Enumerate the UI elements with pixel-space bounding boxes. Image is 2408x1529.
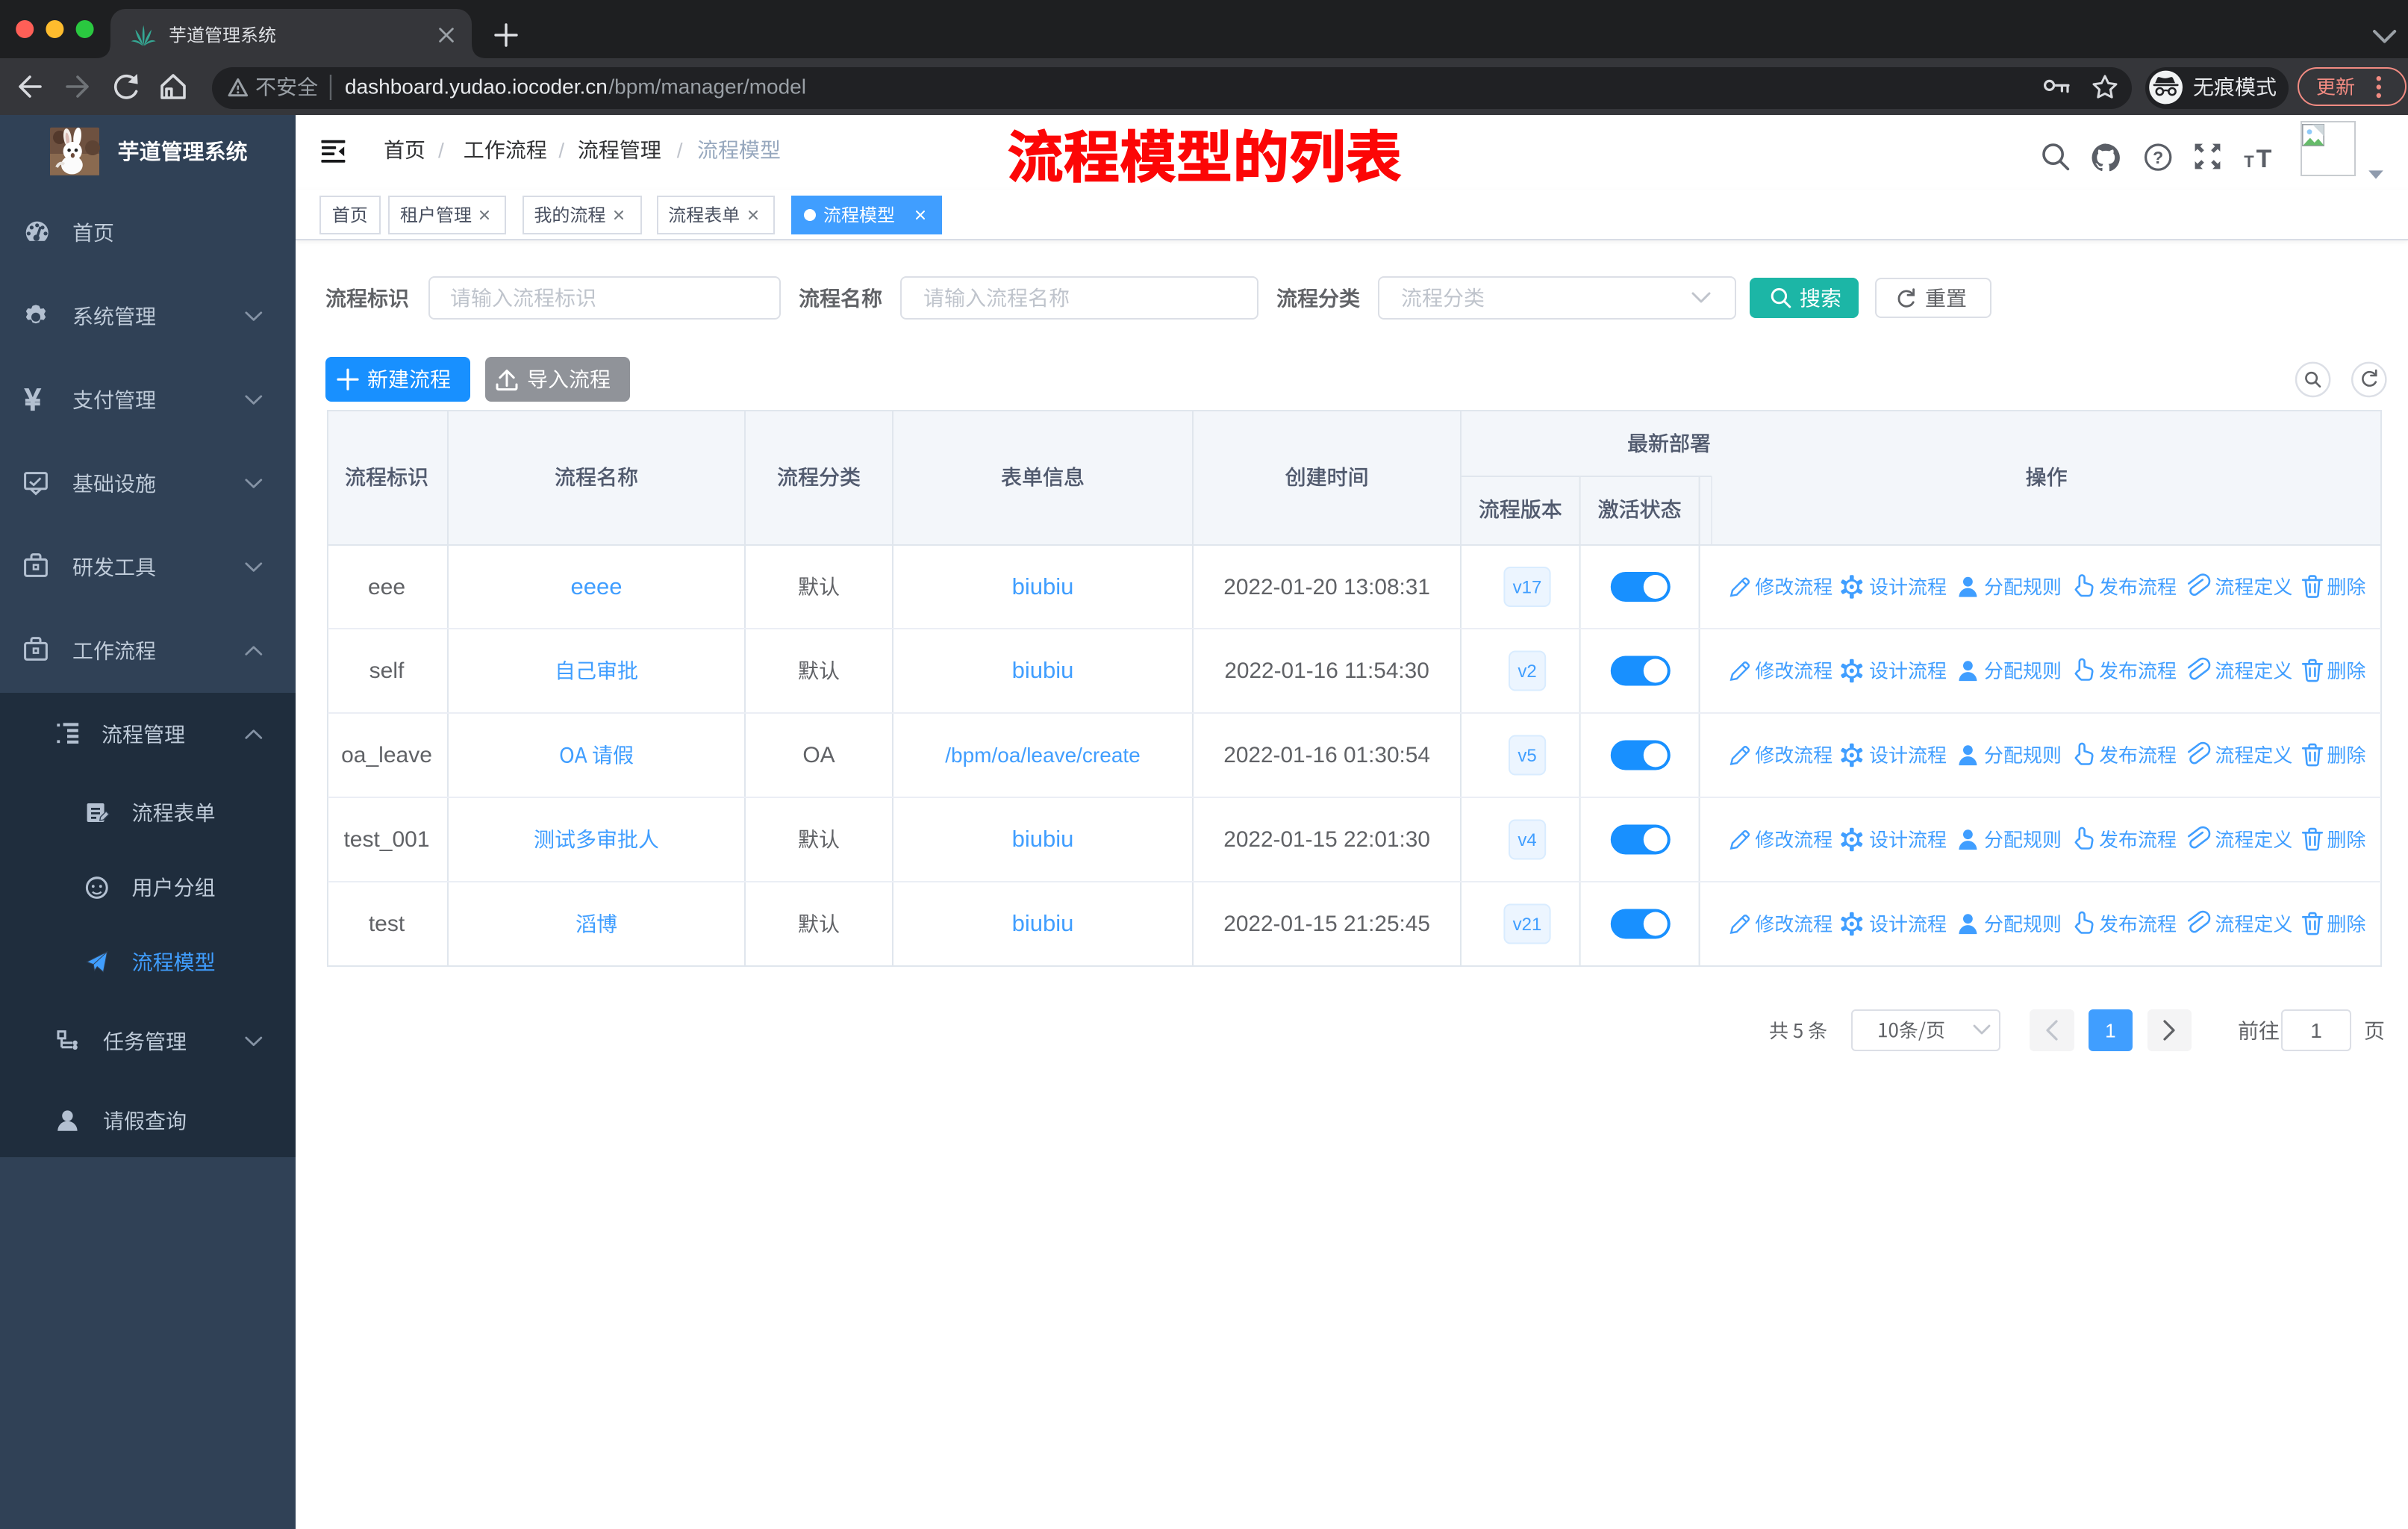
svg-text:/: / [438, 139, 444, 162]
svg-text:biubiu: biubiu [1012, 826, 1074, 852]
svg-text:/: / [558, 139, 564, 162]
svg-text:v4: v4 [1518, 830, 1536, 850]
svg-text:biubiu: biubiu [1012, 573, 1074, 600]
svg-text:2022-01-15 21:25:45: 2022-01-15 21:25:45 [1223, 912, 1430, 936]
svg-text:test_001: test_001 [343, 827, 429, 852]
svg-text:/: / [677, 139, 683, 162]
svg-text:biubiu: biubiu [1012, 910, 1074, 936]
svg-text:oa_leave: oa_leave [341, 743, 432, 767]
svg-text:OA: OA [802, 743, 835, 767]
svg-text:eeee: eeee [571, 573, 623, 600]
svg-text:2022-01-16 11:54:30: 2022-01-16 11:54:30 [1224, 658, 1429, 683]
svg-text:dashboard.yudao.iocoder.cn: dashboard.yudao.iocoder.cn [345, 75, 608, 99]
svg-text:v21: v21 [1513, 915, 1542, 935]
svg-text:1: 1 [2310, 1019, 2322, 1042]
svg-text:self: self [369, 658, 405, 683]
svg-text:T: T [2256, 145, 2272, 173]
svg-text:v17: v17 [1513, 577, 1542, 597]
svg-text:test: test [369, 912, 405, 936]
svg-text:/bpm/oa/leave/create: /bpm/oa/leave/create [945, 744, 1141, 767]
svg-text:T: T [2244, 152, 2254, 171]
svg-text:v2: v2 [1518, 661, 1536, 682]
svg-text:?: ? [2153, 148, 2163, 167]
svg-text:2022-01-15 22:01:30: 2022-01-15 22:01:30 [1223, 827, 1430, 852]
svg-text:v5: v5 [1518, 746, 1536, 766]
svg-text:biubiu: biubiu [1012, 657, 1074, 683]
svg-text:2022-01-16 01:30:54: 2022-01-16 01:30:54 [1223, 743, 1430, 767]
svg-text:2022-01-20 13:08:31: 2022-01-20 13:08:31 [1223, 575, 1430, 600]
svg-text:eee: eee [368, 575, 405, 600]
svg-text:/bpm/manager/model: /bpm/manager/model [608, 75, 806, 99]
svg-text:1: 1 [2105, 1019, 2115, 1041]
